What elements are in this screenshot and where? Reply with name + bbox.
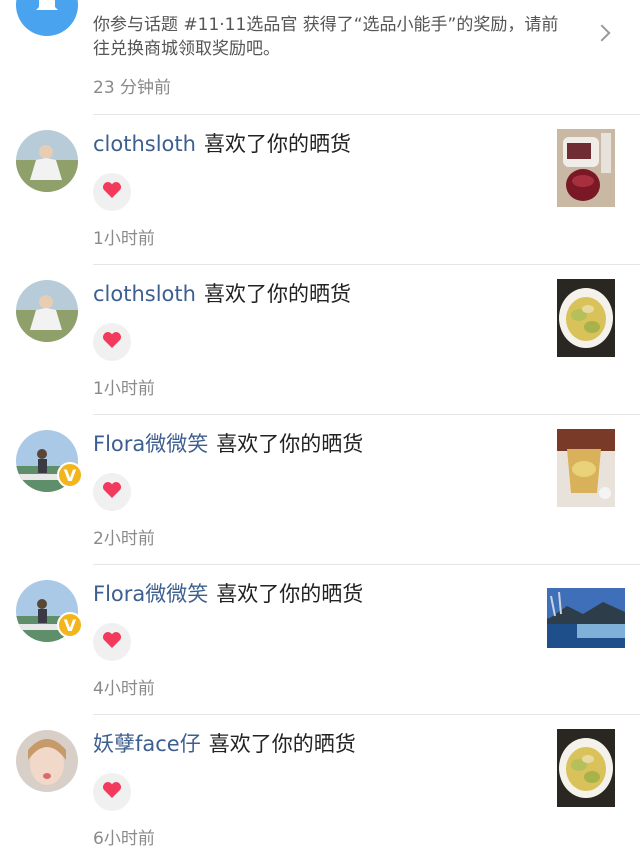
list-item[interactable]: V Flora微微笑 喜欢了你的晒货 4小时前: [0, 564, 640, 714]
post-thumbnail[interactable]: [547, 588, 625, 648]
action-text: 喜欢了你的晒货: [208, 732, 356, 756]
notification-line: 妖孽face仔 喜欢了你的晒货: [93, 730, 356, 758]
bell-avatar: [16, 0, 78, 36]
heart-icon: [102, 631, 122, 653]
like-button[interactable]: [93, 473, 131, 511]
avatar[interactable]: [16, 730, 78, 792]
post-thumbnail[interactable]: [557, 729, 615, 807]
notification-time: 1小时前: [93, 229, 155, 249]
post-thumbnail[interactable]: [557, 279, 615, 357]
like-button[interactable]: [93, 323, 131, 361]
username-link[interactable]: Flora微微笑: [93, 432, 208, 456]
heart-icon: [102, 331, 122, 353]
like-button[interactable]: [93, 173, 131, 211]
system-notice-text: 你参与话题 #11·11选品官 获得了“选品小能手”的奖励，请前往兑换商城领取奖…: [93, 15, 559, 59]
username-link[interactable]: clothsloth: [93, 282, 196, 306]
username-link[interactable]: Flora微微笑: [93, 582, 208, 606]
action-text: 喜欢了你的晒货: [203, 132, 351, 156]
notification-line: Flora微微笑 喜欢了你的晒货: [93, 580, 363, 608]
action-text: 喜欢了你的晒货: [216, 582, 364, 606]
notification-time: 4小时前: [93, 679, 155, 699]
avatar[interactable]: [16, 130, 78, 192]
notification-time: 6小时前: [93, 829, 155, 849]
post-thumbnail[interactable]: [557, 129, 615, 207]
username-link[interactable]: 妖孽face仔: [93, 732, 201, 756]
system-notice-row[interactable]: 你参与话题 #11·11选品官 获得了“选品小能手”的奖励，请前往兑换商城领取奖…: [0, 0, 640, 114]
list-item[interactable]: 妖孽face仔 喜欢了你的晒货 6小时前: [0, 714, 640, 864]
like-button[interactable]: [93, 773, 131, 811]
list-item[interactable]: clothsloth 喜欢了你的晒货 1小时前: [0, 264, 640, 414]
verified-badge: V: [57, 612, 83, 638]
notification-line: Flora微微笑 喜欢了你的晒货: [93, 430, 363, 458]
notification-line: clothsloth 喜欢了你的晒货: [93, 280, 351, 308]
bell-icon: [32, 0, 62, 22]
post-thumbnail[interactable]: [557, 429, 615, 507]
notification-time: 1小时前: [93, 379, 155, 399]
heart-icon: [102, 481, 122, 503]
list-item[interactable]: clothsloth 喜欢了你的晒货 1小时前: [0, 114, 640, 264]
action-text: 喜欢了你的晒货: [216, 432, 364, 456]
list-item[interactable]: V Flora微微笑 喜欢了你的晒货 2小时前: [0, 414, 640, 564]
heart-icon: [102, 781, 122, 803]
action-text: 喜欢了你的晒货: [203, 282, 351, 306]
like-button[interactable]: [93, 623, 131, 661]
username-link[interactable]: clothsloth: [93, 132, 196, 156]
notification-time: 2小时前: [93, 529, 155, 549]
verified-badge: V: [57, 462, 83, 488]
avatar[interactable]: [16, 280, 78, 342]
chevron-right-icon[interactable]: [593, 24, 611, 42]
notification-line: clothsloth 喜欢了你的晒货: [93, 130, 351, 158]
system-notice-time: 23 分钟前: [93, 78, 172, 98]
heart-icon: [102, 181, 122, 203]
